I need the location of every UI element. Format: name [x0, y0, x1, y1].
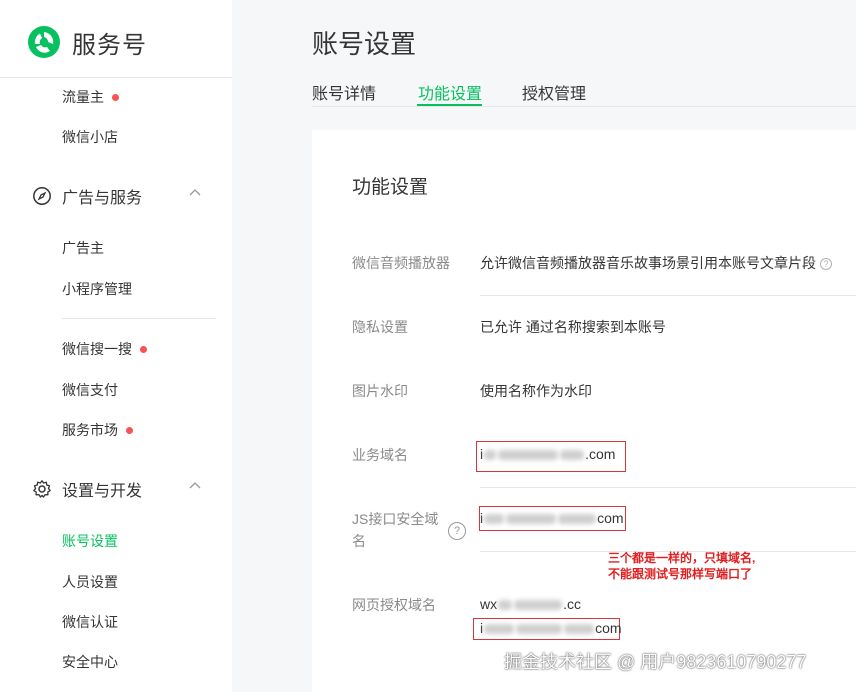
sidebar-item-service-market[interactable]: 服务市场 — [62, 420, 133, 440]
notification-dot — [140, 345, 147, 353]
watermark-value: 使用名称作为水印 — [480, 383, 592, 399]
site-watermark: 掘金技术社区 @ 用户9823610790277 — [504, 652, 807, 672]
feature-settings-panel: 功能设置 微信音频播放器 允许微信音频播放器音乐故事场景引用本账号文章片段? 隐… — [312, 130, 856, 692]
sidebar-group-settings-dev[interactable]: 设置与开发 — [32, 477, 201, 501]
domain-suffix: .com — [585, 446, 616, 462]
privacy-label: 隐私设置 — [352, 319, 408, 335]
sidebar-item-label: 小程序管理 — [62, 281, 132, 297]
row-divider — [480, 487, 856, 488]
red-annotation: 三个都是一样的，只填域名, 不能跟测试号那样写端口了 — [608, 550, 755, 582]
sidebar-item-staff-settings[interactable]: 人员设置 — [62, 572, 118, 592]
sidebar-item-traffic-owner[interactable]: 流量主 — [62, 87, 119, 107]
sidebar-divider — [0, 77, 232, 78]
web-auth-domain-label: 网页授权域名 — [352, 597, 436, 613]
sidebar: 服务号 流量主 微信小店 广告与服务 广告主 小程序管理 微信搜一搜 微信支付 … — [0, 0, 232, 692]
page-title: 账号设置 — [312, 29, 417, 59]
sidebar-item-label: 微信认证 — [62, 614, 118, 630]
sidebar-group-label: 设置与开发 — [62, 483, 143, 500]
redacted-text — [506, 514, 557, 525]
domain-prefix: i — [480, 510, 484, 526]
audio-player-value: 允许微信音频播放器音乐故事场景引用本账号文章片段? — [480, 252, 832, 274]
sidebar-item-label: 微信支付 — [62, 382, 118, 398]
domain-suffix: com — [597, 510, 624, 526]
app-name: 服务号 — [72, 31, 147, 59]
compass-icon — [33, 187, 51, 205]
redacted-text — [484, 624, 515, 635]
sidebar-item-security-center[interactable]: 安全中心 — [62, 652, 118, 672]
business-domain-value: i .com — [480, 446, 615, 462]
redacted-text — [498, 450, 559, 461]
redacted-text — [514, 600, 563, 611]
sidebar-item-label: 服务市场 — [62, 422, 118, 438]
redacted-text — [498, 600, 513, 611]
sidebar-item-label: 账号设置 — [62, 533, 118, 549]
annotation-line: 不能跟测试号那样写端口了 — [608, 567, 753, 581]
domain-suffix: .cc — [563, 596, 582, 612]
chevron-up-icon — [189, 482, 201, 489]
sidebar-item-wechat-store[interactable]: 微信小店 — [62, 127, 118, 147]
notification-dot — [112, 93, 119, 101]
sidebar-item-divider — [62, 318, 216, 319]
tab-bar: 账号详情 功能设置 授权管理 — [312, 80, 856, 107]
sidebar-item-label: 流量主 — [62, 89, 104, 105]
sidebar-item-label: 微信搜一搜 — [62, 341, 132, 357]
watermark-label: 图片水印 — [352, 383, 408, 399]
notification-dot — [126, 426, 133, 434]
domain-prefix: wx — [480, 596, 498, 612]
row-divider — [480, 295, 856, 296]
redacted-text — [484, 514, 505, 525]
redacted-text — [516, 624, 563, 635]
redacted-text — [484, 450, 497, 461]
js-domain-label: JS接口安全域名 — [352, 511, 439, 549]
redacted-text — [558, 514, 597, 525]
chevron-up-icon — [189, 189, 201, 196]
sidebar-item-wechat-search[interactable]: 微信搜一搜 — [62, 339, 147, 359]
web-auth-domain-value-1: wx .cc — [480, 596, 581, 612]
sidebar-item-label: 微信小店 — [62, 129, 118, 145]
redacted-text — [564, 624, 595, 635]
js-domain-value: i com — [480, 510, 624, 526]
sidebar-item-miniprogram[interactable]: 小程序管理 — [62, 279, 132, 299]
web-auth-domain-value-2: i com — [480, 620, 622, 636]
sidebar-group-ads-services[interactable]: 广告与服务 — [32, 184, 201, 208]
sidebar-item-label: 广告主 — [62, 240, 104, 256]
sidebar-item-wechat-pay[interactable]: 微信支付 — [62, 380, 118, 400]
audio-player-text: 允许微信音频播放器音乐故事场景引用本账号文章片段 — [480, 255, 816, 271]
tabs-divider — [312, 106, 856, 107]
sidebar-item-account-settings[interactable]: 账号设置 — [62, 531, 118, 551]
tab-feature-settings[interactable]: 功能设置 — [418, 80, 482, 104]
sidebar-item-wechat-verification[interactable]: 微信认证 — [62, 612, 118, 632]
service-account-logo-icon — [28, 26, 60, 58]
logo: 服务号 — [26, 24, 147, 60]
business-domain-label: 业务域名 — [352, 447, 408, 463]
domain-prefix: i — [480, 620, 484, 636]
sidebar-group-label: 广告与服务 — [62, 190, 143, 207]
redacted-text — [560, 450, 585, 461]
sidebar-item-advertiser[interactable]: 广告主 — [62, 238, 104, 258]
tab-account-details[interactable]: 账号详情 — [312, 80, 376, 104]
domain-suffix: com — [595, 620, 622, 636]
privacy-value: 已允许 通过名称搜索到本账号 — [480, 319, 666, 335]
sidebar-item-label: 人员设置 — [62, 574, 118, 590]
domain-prefix: i — [480, 446, 484, 462]
sidebar-item-label: 安全中心 — [62, 654, 118, 670]
tab-authorization[interactable]: 授权管理 — [522, 80, 586, 104]
panel-title: 功能设置 — [352, 177, 429, 198]
help-icon[interactable]: ? — [820, 258, 832, 271]
audio-player-label: 微信音频播放器 — [352, 255, 450, 271]
annotation-line: 三个都是一样的，只填域名, — [608, 551, 756, 565]
help-icon[interactable]: ? — [448, 522, 466, 540]
gear-icon — [33, 480, 51, 498]
